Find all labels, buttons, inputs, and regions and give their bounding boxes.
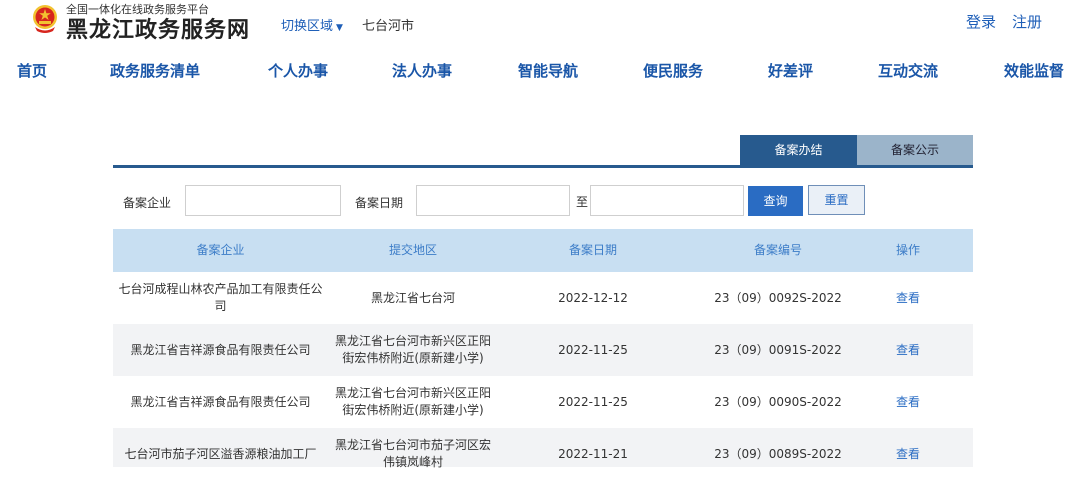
- cell-number: 23（09）0091S-2022: [714, 342, 842, 357]
- nav-item-supervision[interactable]: 效能监督: [1004, 60, 1064, 81]
- switch-region-link[interactable]: 切换区域 ▼: [281, 15, 343, 34]
- nav-item-convenience[interactable]: 便民服务: [643, 60, 703, 81]
- view-link[interactable]: 查看: [868, 428, 948, 480]
- cell-company: 黑龙江省吉祥源食品有限责任公司: [130, 342, 311, 357]
- cell-company: 黑龙江省吉祥源食品有限责任公司: [130, 394, 311, 409]
- date-to-input[interactable]: [590, 185, 744, 216]
- tab-filing-public[interactable]: 备案公示: [857, 135, 973, 165]
- column-header-action: 操作: [895, 243, 920, 257]
- date-from-input[interactable]: [416, 185, 570, 216]
- table-row: 七台河市茄子河区溢香源粮油加工厂 黑龙江省七台河市茄子河区宏伟镇岚峰村 2022…: [113, 428, 973, 469]
- table-header: 备案企业 提交地区 备案日期 备案编号 操作: [113, 229, 973, 272]
- tab-filing-completed[interactable]: 备案办结: [740, 135, 857, 165]
- view-link[interactable]: 查看: [868, 324, 948, 376]
- nav-item-smart-guide[interactable]: 智能导航: [518, 60, 578, 81]
- cell-number: 23（09）0090S-2022: [714, 394, 842, 409]
- cell-region: 黑龙江省七台河市新兴区正阳街宏伟桥附近(原新建小学): [334, 386, 491, 417]
- table-row: 黑龙江省吉祥源食品有限责任公司 黑龙江省七台河市新兴区正阳街宏伟桥附近(原新建小…: [113, 324, 973, 376]
- date-label: 备案日期: [355, 196, 404, 210]
- cell-company: 七台河成程山林农产品加工有限责任公司: [118, 282, 323, 313]
- cell-date: 2022-11-21: [558, 446, 628, 461]
- caret-down-icon: ▼: [336, 23, 343, 33]
- query-button[interactable]: 查询: [748, 186, 803, 216]
- table-row: 七台河成程山林农产品加工有限责任公司 黑龙江省七台河 2022-12-12 23…: [113, 272, 973, 324]
- current-city: 七台河市: [362, 19, 415, 34]
- nav-item-interaction[interactable]: 互动交流: [878, 60, 938, 81]
- nav-item-home[interactable]: 首页: [17, 60, 47, 81]
- nav-item-legal-entity[interactable]: 法人办事: [392, 60, 452, 81]
- cell-company: 七台河市茄子河区溢香源粮油加工厂: [124, 446, 317, 461]
- column-header-region: 提交地区: [388, 243, 437, 257]
- view-link[interactable]: 查看: [868, 272, 948, 324]
- cell-date: 2022-11-25: [558, 342, 628, 357]
- column-header-company: 备案企业: [196, 243, 245, 257]
- login-link[interactable]: 登录: [966, 11, 996, 32]
- cell-date: 2022-12-12: [558, 290, 628, 305]
- company-label: 备案企业: [123, 196, 172, 210]
- cell-number: 23（09）0092S-2022: [714, 290, 842, 305]
- switch-region-label: 切换区域: [281, 19, 334, 34]
- reset-button[interactable]: 重置: [808, 185, 865, 215]
- register-link[interactable]: 注册: [1012, 11, 1042, 32]
- view-link[interactable]: 查看: [868, 376, 948, 428]
- cell-region: 黑龙江省七台河: [370, 290, 455, 305]
- national-emblem-icon: [33, 5, 57, 33]
- date-range-separator: 至: [576, 195, 589, 209]
- cell-date: 2022-11-25: [558, 394, 628, 409]
- main-nav: 首页 政务服务清单 个人办事 法人办事 智能导航 便民服务 好差评 互动交流 效…: [0, 52, 1080, 88]
- table-row: 黑龙江省吉祥源食品有限责任公司 黑龙江省七台河市新兴区正阳街宏伟桥附近(原新建小…: [113, 376, 973, 428]
- nav-item-service-list[interactable]: 政务服务清单: [110, 60, 200, 81]
- nav-item-personal[interactable]: 个人办事: [268, 60, 328, 81]
- column-header-number: 备案编号: [753, 243, 802, 257]
- site-title: 黑龙江政务服务网: [66, 18, 251, 43]
- nav-item-rating[interactable]: 好差评: [768, 60, 813, 81]
- tab-underline: [113, 165, 973, 168]
- site-header: 全国一体化在线政务服务平台 黑龙江政务服务网 切换区域 ▼ 七台河市 登录 注册: [0, 0, 1080, 50]
- column-header-date: 备案日期: [568, 243, 617, 257]
- cell-region: 黑龙江省七台河市新兴区正阳街宏伟桥附近(原新建小学): [334, 334, 491, 365]
- company-input[interactable]: [185, 185, 341, 216]
- cell-region: 黑龙江省七台河市茄子河区宏伟镇岚峰村: [334, 438, 491, 469]
- cell-number: 23（09）0089S-2022: [714, 446, 842, 461]
